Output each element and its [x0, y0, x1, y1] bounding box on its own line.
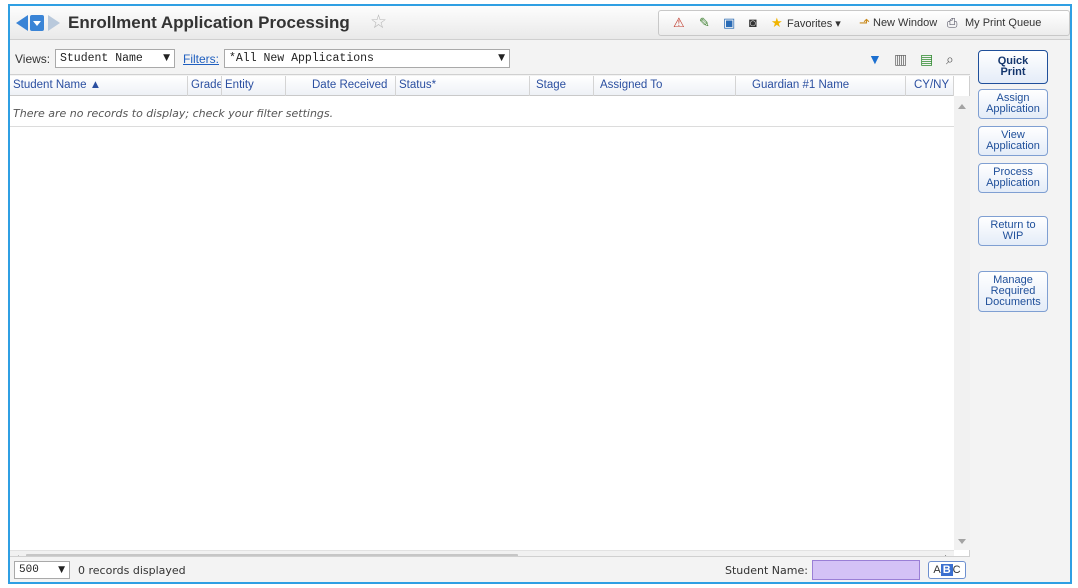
- filters-link[interactable]: Filters:: [183, 52, 219, 66]
- edit-note-icon[interactable]: ✎: [699, 15, 710, 31]
- warning-icon[interactable]: ⚠: [673, 15, 685, 31]
- column-status[interactable]: Status*: [396, 76, 530, 96]
- column-guardian-name[interactable]: Guardian #1 Name: [736, 76, 906, 96]
- scroll-down-arrow-icon[interactable]: [958, 539, 966, 544]
- views-label: Views:: [15, 52, 51, 66]
- applications-grid: Student Name ▲ Grade Entity Date Receive…: [10, 76, 970, 570]
- filter-bar: Views: Student Name ▼ Filters: *All New …: [10, 41, 970, 75]
- favorite-star-icon[interactable]: ☆: [370, 11, 387, 34]
- back-arrow-icon[interactable]: [16, 15, 28, 31]
- student-name-search-label: Student Name:: [725, 564, 808, 577]
- column-grade[interactable]: Grade: [188, 76, 222, 96]
- page-size-select[interactable]: 500 ▼: [14, 561, 70, 579]
- column-date-received[interactable]: Date Received: [286, 76, 396, 96]
- abc-b: B: [940, 564, 953, 576]
- column-cy-ny[interactable]: CY/NY: [906, 76, 954, 96]
- column-entity[interactable]: Entity: [222, 76, 286, 96]
- abc-c: C: [952, 564, 961, 576]
- assign-application-button[interactable]: Assign Application: [978, 89, 1048, 119]
- new-window-link[interactable]: New Window: [873, 17, 937, 29]
- filter-select[interactable]: *All New Applications ▼: [224, 49, 510, 68]
- views-select-value: Student Name: [60, 52, 143, 65]
- grid-header: Student Name ▲ Grade Entity Date Receive…: [10, 76, 954, 96]
- column-assigned-to[interactable]: Assigned To: [594, 76, 736, 96]
- scroll-up-arrow-icon[interactable]: [958, 104, 966, 109]
- favorites-menu[interactable]: Favorites ▾: [787, 17, 841, 30]
- camera-icon[interactable]: ◙: [749, 15, 757, 31]
- return-to-wip-button[interactable]: Return to WIP: [978, 216, 1048, 246]
- manage-required-documents-button[interactable]: Manage Required Documents: [978, 271, 1048, 312]
- view-application-button[interactable]: View Application: [978, 126, 1048, 156]
- action-sidebar: Quick Print Assign Application View Appl…: [971, 41, 1070, 582]
- toolbar: ⚠ ✎ ▣ ◙ ★ Favorites ▾ ⬏ New Window ⎙ My …: [658, 10, 1070, 36]
- abc-a: A: [933, 564, 941, 576]
- row-divider: [10, 126, 954, 127]
- chart-icon[interactable]: ▥: [894, 51, 907, 67]
- views-select[interactable]: Student Name ▼: [55, 49, 175, 68]
- page-size-value: 500: [19, 564, 39, 576]
- chevron-down-icon: ▼: [498, 53, 505, 63]
- process-application-button[interactable]: Process Application: [978, 163, 1048, 193]
- records-count: 0 records displayed: [78, 564, 186, 577]
- print-preview-icon[interactable]: ⌕: [946, 51, 954, 67]
- column-stage[interactable]: Stage: [530, 76, 594, 96]
- filter-funnel-icon[interactable]: ▼: [868, 51, 882, 67]
- empty-message: There are no records to display; check y…: [13, 107, 334, 120]
- column-student-name[interactable]: Student Name ▲: [10, 76, 188, 96]
- printer-icon[interactable]: ⎙: [947, 15, 957, 31]
- print-queue-link[interactable]: My Print Queue: [965, 17, 1041, 29]
- favorites-label: Favorites: [787, 18, 833, 30]
- quick-print-button[interactable]: Quick Print: [978, 50, 1048, 84]
- vertical-scrollbar[interactable]: [954, 96, 970, 550]
- new-window-icon[interactable]: ⬏: [859, 15, 870, 31]
- history-menu-icon[interactable]: [30, 15, 44, 31]
- student-name-search-input[interactable]: [812, 560, 920, 580]
- chevron-down-icon: ▼: [163, 53, 170, 63]
- excel-export-icon[interactable]: ▤: [920, 51, 933, 67]
- forward-arrow-icon[interactable]: [48, 15, 60, 31]
- title-bar: Enrollment Application Processing ☆ ⚠ ✎ …: [10, 6, 1070, 40]
- chevron-down-icon: ▼: [58, 565, 65, 575]
- page-title: Enrollment Application Processing: [68, 13, 350, 32]
- filter-select-value: *All New Applications: [229, 52, 374, 65]
- abc-search-toggle[interactable]: ABC: [928, 561, 966, 579]
- favorites-star-icon[interactable]: ★: [771, 15, 783, 31]
- app-window: Enrollment Application Processing ☆ ⚠ ✎ …: [8, 4, 1072, 584]
- monitor-icon[interactable]: ▣: [723, 15, 735, 31]
- bottom-bar: 500 ▼ 0 records displayed Student Name: …: [10, 556, 970, 582]
